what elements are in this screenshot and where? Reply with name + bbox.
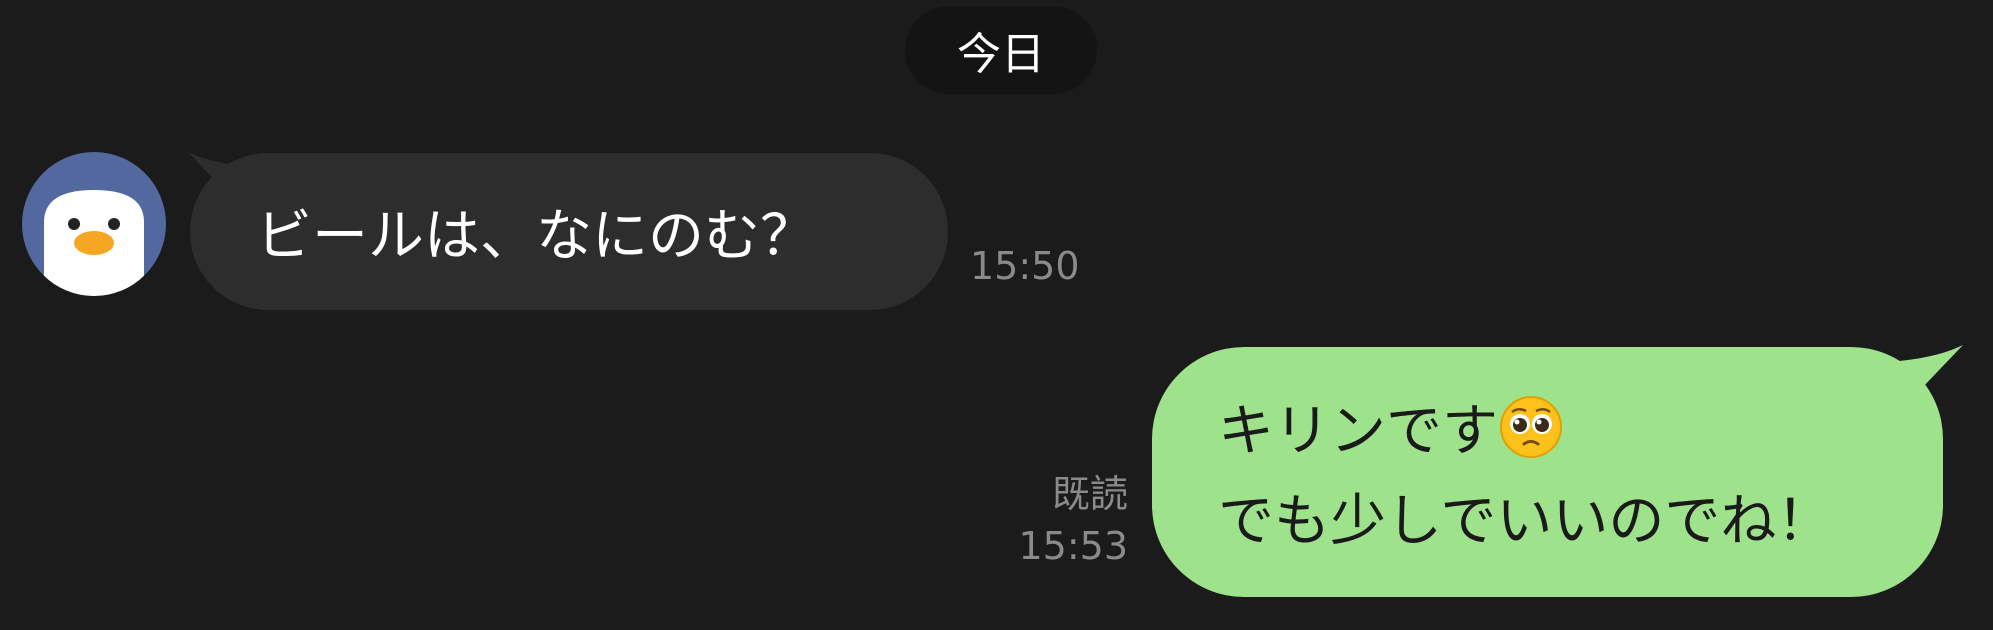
incoming-message-time: 15:50 — [970, 244, 1080, 288]
outgoing-message-bubble[interactable]: キリンです でも少しでいいのでね！ — [1152, 347, 1943, 597]
incoming-message-bubble[interactable]: ビールは、なにのむ？ — [190, 153, 948, 310]
outgoing-message-line-2: でも少しでいいのでね！ — [1218, 489, 1833, 554]
avatar[interactable] — [22, 152, 166, 296]
outgoing-message-meta: 既読 15:53 — [1010, 468, 1128, 572]
outgoing-message-time: 15:53 — [1018, 524, 1128, 568]
penguin-icon — [22, 152, 166, 296]
outgoing-message-line-1: キリンです — [1218, 387, 1943, 477]
date-divider: 今日 — [905, 6, 1097, 94]
outgoing-message-line-1-text: キリンです — [1218, 399, 1498, 464]
pleading-face-emoji-icon — [1498, 394, 1564, 460]
read-receipt: 既読 — [1051, 472, 1128, 516]
incoming-message-text: ビールは、なにのむ？ — [256, 204, 816, 269]
date-divider-label: 今日 — [957, 29, 1045, 80]
